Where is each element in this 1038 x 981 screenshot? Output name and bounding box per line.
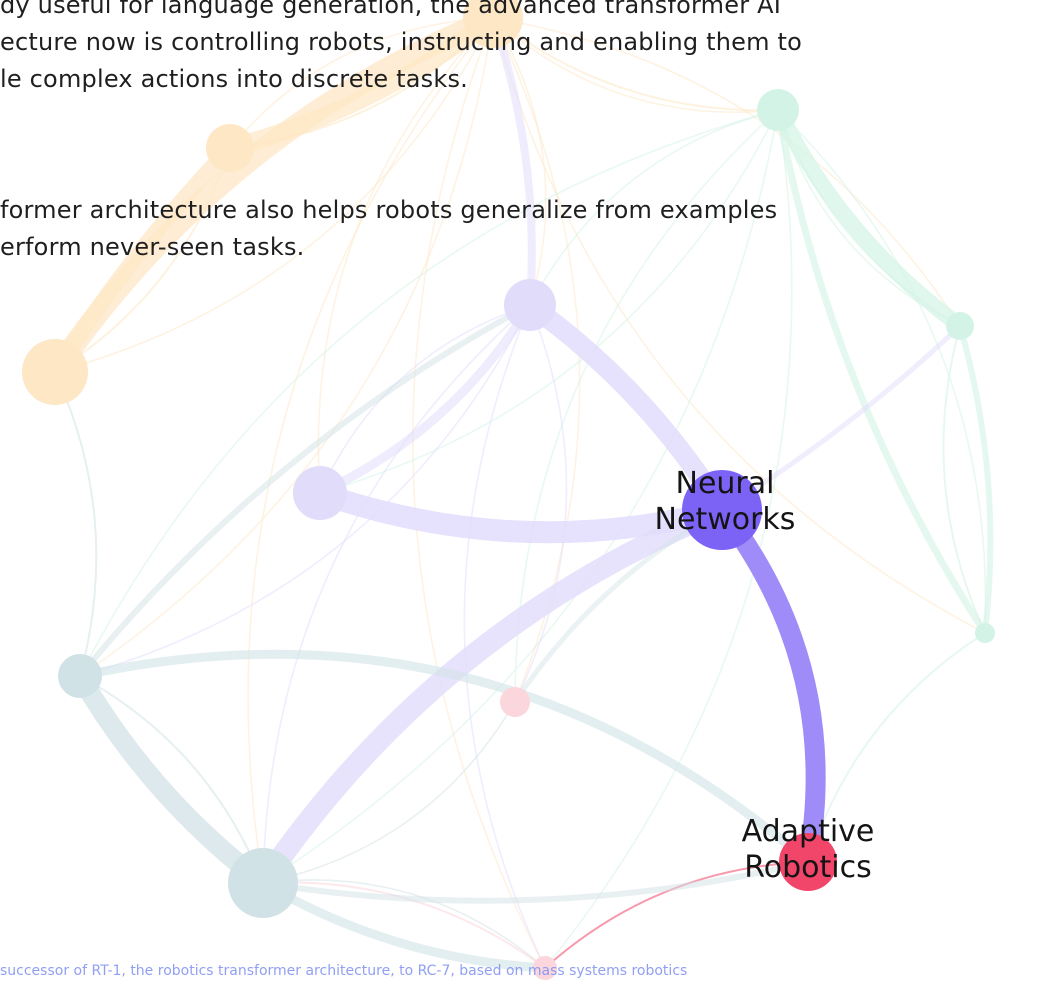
graph-node: [500, 687, 530, 717]
graph-edge: [262, 304, 531, 884]
graph-edge: [262, 879, 546, 969]
graph-node: [504, 279, 556, 331]
graph-edge: [54, 371, 98, 677]
paragraph-2-line: former architecture also helps robots ge…: [0, 196, 778, 224]
paragraph-1-line: le complex actions into discrete tasks.: [0, 65, 468, 93]
graph-edge: [79, 17, 494, 677]
paragraph-1-line: dy useful for language generation, the a…: [0, 0, 781, 19]
label-line: Neural: [675, 466, 775, 501]
graph-node: [975, 623, 995, 643]
label-line: Networks: [654, 502, 796, 537]
graph-edge: [262, 881, 546, 969]
graph-edge: [777, 109, 987, 634]
figure-caption: successor of RT-1, the robotics transfor…: [0, 963, 688, 979]
label-line: Adaptive: [741, 814, 875, 849]
graph-edge: [942, 325, 986, 634]
graph-node: [228, 848, 298, 918]
graph-node: [946, 312, 974, 340]
adaptive-robotics-label: Adaptive Robotics: [713, 814, 903, 886]
paragraph-1-line: ecture now is controlling robots, instru…: [0, 28, 803, 56]
graph-edge: [70, 666, 273, 893]
label-line: Robotics: [744, 850, 872, 885]
paragraph-2-line: erform never-seen tasks.: [0, 233, 305, 261]
graph-node: [58, 654, 102, 698]
neural-networks-label: Neural Networks: [630, 466, 820, 538]
graph-node: [22, 339, 88, 405]
article-paragraph-1: dy useful for language generation, the a…: [0, 0, 802, 98]
graph-edge: [774, 106, 989, 637]
graph-node: [206, 124, 254, 172]
graph-node: [293, 466, 347, 520]
article-paragraph-2: former architecture also helps robots ge…: [0, 192, 777, 266]
